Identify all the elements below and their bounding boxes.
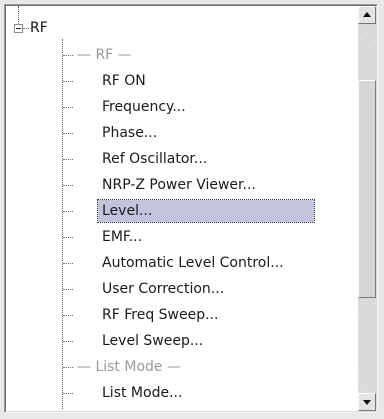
tree-item-nrp-z-power-viewer[interactable]: NRP-Z Power Viewer... bbox=[102, 174, 256, 196]
tree-connector bbox=[63, 159, 73, 160]
tree-connector bbox=[63, 367, 73, 368]
tree-panel: RF — RF — RF ON Frequency... Phase... Re… bbox=[4, 4, 378, 413]
triangle-down-icon bbox=[363, 400, 371, 405]
tree-connector bbox=[63, 81, 73, 82]
tree-connector bbox=[63, 315, 73, 316]
tree-connector bbox=[63, 341, 73, 342]
tree-connector bbox=[63, 55, 73, 56]
tree-item-rf-on[interactable]: RF ON bbox=[102, 70, 146, 92]
tree-connector bbox=[63, 263, 73, 264]
tree-connector bbox=[63, 185, 73, 186]
tree-item-frequency[interactable]: Frequency... bbox=[102, 96, 186, 118]
tree-viewport: RF — RF — RF ON Frequency... Phase... Re… bbox=[5, 5, 377, 412]
tree-item-emf[interactable]: EMF... bbox=[102, 226, 142, 248]
tree-item-ref-oscillator[interactable]: Ref Oscillator... bbox=[102, 148, 207, 170]
tree-window: RF — RF — RF ON Frequency... Phase... Re… bbox=[0, 0, 384, 419]
tree-connector bbox=[63, 237, 73, 238]
triangle-up-icon bbox=[363, 12, 371, 17]
tree-item-level[interactable]: Level... bbox=[97, 199, 315, 223]
tree-root-rf[interactable]: RF bbox=[30, 17, 48, 39]
vertical-scrollbar[interactable] bbox=[358, 6, 376, 411]
scroll-down-button[interactable] bbox=[358, 393, 376, 411]
tree-connector bbox=[18, 6, 19, 24]
tree-connector bbox=[63, 211, 73, 212]
tree-connector bbox=[63, 133, 73, 134]
tree-connector bbox=[23, 28, 29, 29]
tree-connector bbox=[62, 39, 63, 409]
collapse-toggle[interactable] bbox=[14, 24, 23, 33]
tree-item-rf-freq-sweep[interactable]: RF Freq Sweep... bbox=[102, 304, 218, 326]
tree-separator-list-mode: — List Mode — bbox=[77, 359, 181, 375]
tree-item-phase[interactable]: Phase... bbox=[102, 122, 157, 144]
tree-item-list-mode[interactable]: List Mode... bbox=[102, 382, 182, 404]
tree-item-automatic-level-control[interactable]: Automatic Level Control... bbox=[102, 252, 284, 274]
menu-tree: RF — RF — RF ON Frequency... Phase... Re… bbox=[6, 6, 358, 411]
scrollbar-thumb[interactable] bbox=[358, 80, 376, 298]
scroll-up-button[interactable] bbox=[358, 6, 376, 24]
tree-connector bbox=[63, 393, 73, 394]
tree-item-level-sweep[interactable]: Level Sweep... bbox=[102, 330, 203, 352]
tree-connector bbox=[63, 107, 73, 108]
tree-separator-rf: — RF — bbox=[77, 47, 132, 63]
tree-item-user-correction[interactable]: User Correction... bbox=[102, 278, 224, 300]
tree-connector bbox=[63, 289, 73, 290]
